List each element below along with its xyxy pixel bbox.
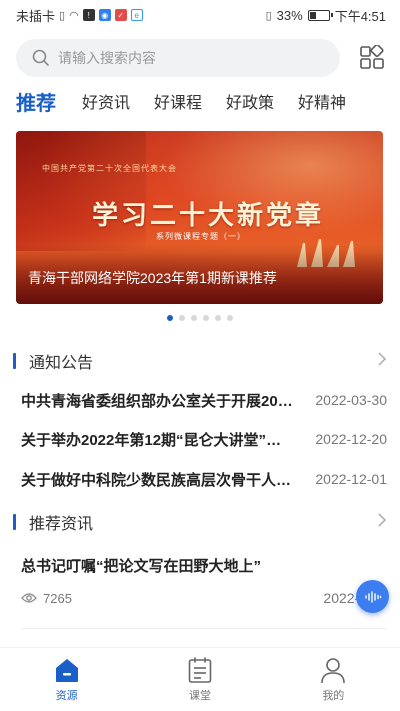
search-box[interactable] (16, 39, 340, 77)
view-count: 7265 (43, 590, 72, 606)
status-bar: 未插卡 ▯ ◠ ! ◉ ✓ e ▯ 33% 下午4:51 (0, 0, 400, 30)
carousel-dot[interactable] (167, 315, 173, 321)
tab-good-policies[interactable]: 好政策 (226, 89, 274, 113)
status-right: ▯ 33% 下午4:51 (266, 6, 386, 25)
notification-icon: ! (82, 9, 95, 21)
notice-item[interactable]: 关于举办2022年第12期“昆仑大讲堂”的通知 2022-12-20 (21, 427, 387, 451)
tab-recommend[interactable]: 推荐 (16, 87, 56, 116)
grid-icon (360, 45, 384, 69)
profile-icon (321, 658, 346, 684)
nav-profile[interactable]: 我的 (267, 648, 400, 711)
nav-resources[interactable]: 资源 (0, 648, 133, 711)
news-section-header[interactable]: 推荐资讯 (13, 510, 387, 534)
news-section-title: 推荐资讯 (29, 516, 94, 533)
nav-classroom[interactable]: 课堂 (133, 648, 266, 711)
tab-good-news[interactable]: 好资讯 (82, 89, 130, 113)
notice-item[interactable]: 中共青海省委组织部办公室关于开展2023年度干部网络培训工作的通知 2022-0… (21, 388, 387, 412)
nav-profile-label: 我的 (322, 690, 345, 702)
search-icon (32, 49, 49, 66)
chevron-right-icon[interactable] (377, 512, 387, 532)
vibrate-icon: ▯ (265, 9, 272, 22)
notice-title: 关于举办2022年第12期“昆仑大讲堂”的通知 (21, 431, 293, 449)
carousel-dot[interactable] (203, 315, 209, 321)
clock: 下午4:51 (334, 8, 386, 24)
notice-title: 关于做好中科院少数民族高层次骨干人才培养工作的通知 (21, 471, 293, 489)
news-item-meta: 7265 2022-1 (21, 587, 387, 609)
banner-caption: 青海干部网络学院2023年第1期新课推荐 (28, 270, 277, 286)
section-marker (13, 514, 16, 530)
status-left: 未插卡 ▯ ◠ ! ◉ ✓ e (16, 6, 143, 25)
chevron-right-icon[interactable] (377, 351, 387, 371)
tab-good-spirit[interactable]: 好精神 (298, 89, 346, 113)
notice-title: 中共青海省委组织部办公室关于开展2023年度干部网络培训工作的通知 (21, 392, 293, 410)
bottom-navigation: 资源 课堂 我的 (0, 647, 400, 711)
banner-subtitle: 系列微课程专题（一） (156, 232, 246, 241)
tab-good-courses[interactable]: 好课程 (154, 89, 202, 113)
wifi-icon: ◠ (69, 9, 79, 22)
notice-date: 2022-12-01 (315, 471, 387, 487)
voice-assistant-button[interactable] (356, 580, 389, 613)
notice-date: 2022-03-30 (315, 392, 387, 408)
news-item-title[interactable]: 总书记叮嘱“把论文写在田野大地上” (21, 555, 261, 576)
carousel-indicator (0, 315, 400, 321)
search-input[interactable] (58, 50, 308, 66)
classroom-icon (188, 657, 212, 683)
app-notification-icon: ◉ (98, 9, 111, 21)
carousel-dot[interactable] (191, 315, 197, 321)
section-marker (13, 353, 16, 369)
carousel-dot[interactable] (227, 315, 233, 321)
carrier-label: 未插卡 (16, 8, 56, 24)
carousel-dot[interactable] (179, 315, 185, 321)
banner-title: 学习二十大新党章 (92, 201, 325, 231)
voice-wave-icon (364, 590, 381, 603)
notices-section-title: 通知公告 (29, 355, 94, 372)
browser-notification-icon: e (130, 9, 143, 21)
battery-icon (307, 9, 333, 21)
carousel-dot[interactable] (215, 315, 221, 321)
sim-icon: ▯ (59, 9, 66, 22)
nav-resources-label: 资源 (55, 690, 78, 702)
category-grid-button[interactable] (358, 44, 386, 72)
search-row (16, 38, 386, 78)
battery-percent: 33% (276, 7, 303, 23)
banner-carousel[interactable]: 中国共产党第二十次全国代表大会 学习二十大新党章 系列微课程专题（一） 青海干部… (16, 131, 383, 304)
notice-date: 2022-12-20 (315, 431, 387, 447)
banner-header-text: 中国共产党第二十次全国代表大会 (42, 164, 177, 173)
eye-icon (21, 593, 37, 603)
divider (21, 628, 387, 629)
message-notification-icon: ✓ (114, 9, 127, 21)
category-tabs: 推荐 好资讯 好课程 好政策 好精神 (16, 84, 400, 118)
home-icon (55, 659, 78, 682)
notices-section-header[interactable]: 通知公告 (13, 349, 387, 373)
nav-classroom-label: 课堂 (188, 690, 211, 702)
notice-item[interactable]: 关于做好中科院少数民族高层次骨干人才培养工作的通知 2022-12-01 (21, 467, 387, 491)
